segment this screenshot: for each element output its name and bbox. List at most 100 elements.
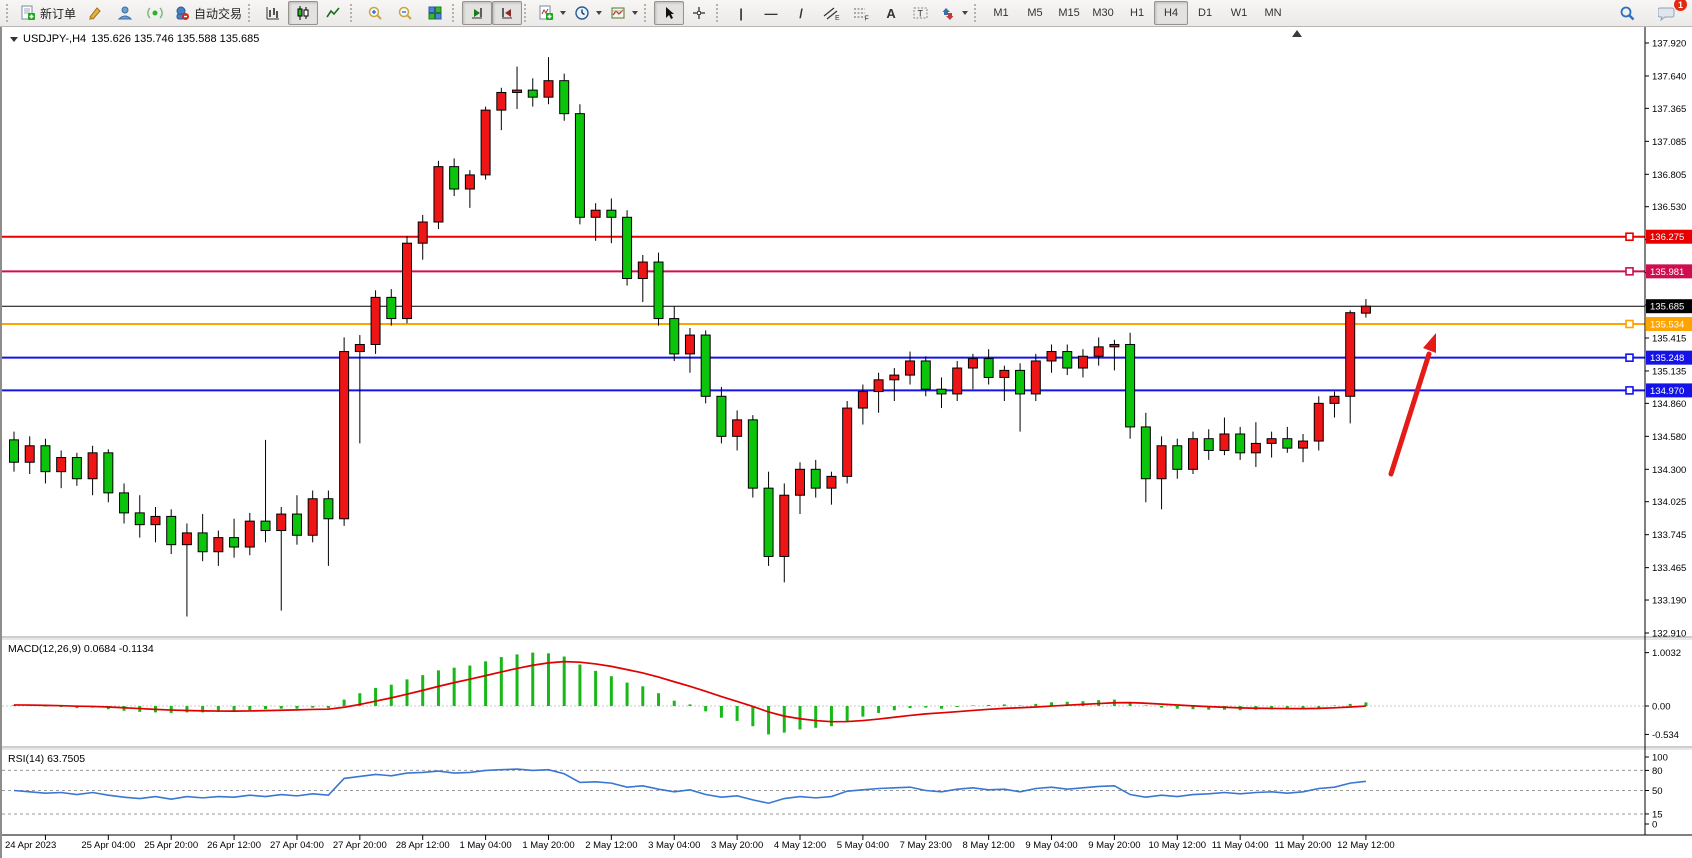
level-line-handle[interactable] <box>1626 387 1633 394</box>
level-price-tag-text: 135.534 <box>1650 319 1684 330</box>
candle <box>403 243 412 318</box>
candle <box>120 493 129 513</box>
zoom-in-button[interactable] <box>360 1 390 25</box>
candle <box>1361 306 1370 313</box>
mt4-terminal-window: 新订单 自动交易 <box>0 0 1692 858</box>
level-price-tag-text: 135.248 <box>1650 353 1684 364</box>
signals-button[interactable] <box>140 1 170 25</box>
notifications-button[interactable]: 1 <box>1652 1 1682 25</box>
periods-caret-icon <box>596 11 602 15</box>
cursor-tool-button[interactable] <box>654 1 684 25</box>
level-line-handle[interactable] <box>1626 354 1633 361</box>
chart-canvas[interactable]: 137.920137.640137.365137.085136.805136.5… <box>2 27 1692 858</box>
crosshair-tool-button[interactable] <box>684 1 714 25</box>
candle <box>1141 427 1150 479</box>
candle <box>135 513 144 525</box>
search-button[interactable] <box>1612 1 1642 25</box>
text-label-tool-button[interactable]: T <box>906 1 936 25</box>
candle <box>1346 313 1355 397</box>
candle <box>764 488 773 556</box>
toolbar-grip[interactable] <box>6 4 11 22</box>
horizontal-level-lines[interactable] <box>2 233 1645 394</box>
level-line-handle[interactable] <box>1626 233 1633 240</box>
styles-crayon-button[interactable] <box>80 1 110 25</box>
time-axis[interactable]: 24 Apr 202325 Apr 04:0025 Apr 20:0026 Ap… <box>5 835 1395 851</box>
auto-scroll-button[interactable] <box>462 1 492 25</box>
candle <box>1078 356 1087 368</box>
level-price-tag-text: 135.981 <box>1650 267 1684 278</box>
rsi-axis-label: 0 <box>1652 820 1657 831</box>
candle <box>88 453 97 479</box>
zoom-in-icon <box>367 5 383 21</box>
panel-separators[interactable] <box>2 637 1692 749</box>
auto-trading-button[interactable]: 自动交易 <box>170 1 246 25</box>
candle <box>1094 347 1103 356</box>
candle <box>340 352 349 519</box>
timeframe-button-d1[interactable]: D1 <box>1188 1 1222 25</box>
level-line-handle[interactable] <box>1626 320 1633 327</box>
profile-button[interactable] <box>110 1 140 25</box>
price-tick-label: 136.805 <box>1652 170 1686 181</box>
indicators-button[interactable] <box>534 1 570 25</box>
signal-icon <box>147 5 163 21</box>
toolbar-grip[interactable] <box>974 4 979 22</box>
timeframe-button-m15[interactable]: M15 <box>1052 1 1086 25</box>
macd-axis-label: 1.0032 <box>1652 648 1681 659</box>
bar-chart-mode-button[interactable] <box>258 1 288 25</box>
time-tick-label: 10 May 12:00 <box>1148 840 1206 851</box>
timeframe-button-w1[interactable]: W1 <box>1222 1 1256 25</box>
periods-button[interactable] <box>570 1 606 25</box>
level-line-handle[interactable] <box>1626 268 1633 275</box>
level-price-tag-text: 136.275 <box>1650 232 1684 243</box>
time-tick-label: 7 May 23:00 <box>900 840 952 851</box>
toolbar-grip[interactable] <box>716 4 721 22</box>
templates-button[interactable] <box>606 1 642 25</box>
trend-arrow-annotation[interactable] <box>1391 333 1436 474</box>
chart-symbol-period: USDJPY-,H4 <box>23 33 86 45</box>
line-chart-mode-button[interactable] <box>318 1 348 25</box>
symbol-dropdown-icon[interactable] <box>10 37 18 42</box>
channel-tool-button[interactable]: E <box>816 1 846 25</box>
fibonacci-icon: F <box>852 5 870 21</box>
toolbar-grip[interactable] <box>248 4 253 22</box>
text-tool-button[interactable]: A <box>876 1 906 25</box>
candle <box>890 375 899 380</box>
toolbar-grip[interactable] <box>524 4 529 22</box>
vertical-line-tool-button[interactable]: | <box>726 1 756 25</box>
candle <box>324 499 333 519</box>
zoom-out-button[interactable] <box>390 1 420 25</box>
timeframe-button-m30[interactable]: M30 <box>1086 1 1120 25</box>
candle <box>874 380 883 392</box>
candle <box>1031 361 1040 394</box>
chart-shift-marker[interactable] <box>1292 30 1302 37</box>
tile-windows-button[interactable] <box>420 1 450 25</box>
timeframe-button-m5[interactable]: M5 <box>1018 1 1052 25</box>
new-order-label: 新订单 <box>40 5 76 22</box>
timeframe-button-mn[interactable]: MN <box>1256 1 1290 25</box>
timeframe-button-m1[interactable]: M1 <box>984 1 1018 25</box>
arrows-tool-button[interactable] <box>936 1 972 25</box>
toolbar-grip[interactable] <box>350 4 355 22</box>
chart-window[interactable]: USDJPY-,H4 135.626 135.746 135.588 135.6… <box>0 27 1692 858</box>
chart-shift-button[interactable] <box>492 1 522 25</box>
trendline-tool-button[interactable]: / <box>786 1 816 25</box>
candlestick-mode-button[interactable] <box>288 1 318 25</box>
auto-trading-label: 自动交易 <box>194 5 242 22</box>
templates-caret-icon <box>632 11 638 15</box>
new-order-button[interactable]: 新订单 <box>16 1 80 25</box>
time-tick-label: 27 Apr 04:00 <box>270 840 324 851</box>
toolbar-grip[interactable] <box>452 4 457 22</box>
candle <box>984 359 993 378</box>
timeframe-button-h4[interactable]: H4 <box>1154 1 1188 25</box>
candle <box>921 361 930 389</box>
candle <box>623 217 632 278</box>
candle <box>230 538 239 547</box>
horizontal-line-tool-button[interactable]: — <box>756 1 786 25</box>
toolbar-grip[interactable] <box>644 4 649 22</box>
candle <box>387 297 396 318</box>
timeframe-button-h1[interactable]: H1 <box>1120 1 1154 25</box>
fibonacci-tool-button[interactable]: F <box>846 1 876 25</box>
candle <box>1299 441 1308 448</box>
candle <box>1000 370 1009 377</box>
svg-text:F: F <box>865 16 869 22</box>
